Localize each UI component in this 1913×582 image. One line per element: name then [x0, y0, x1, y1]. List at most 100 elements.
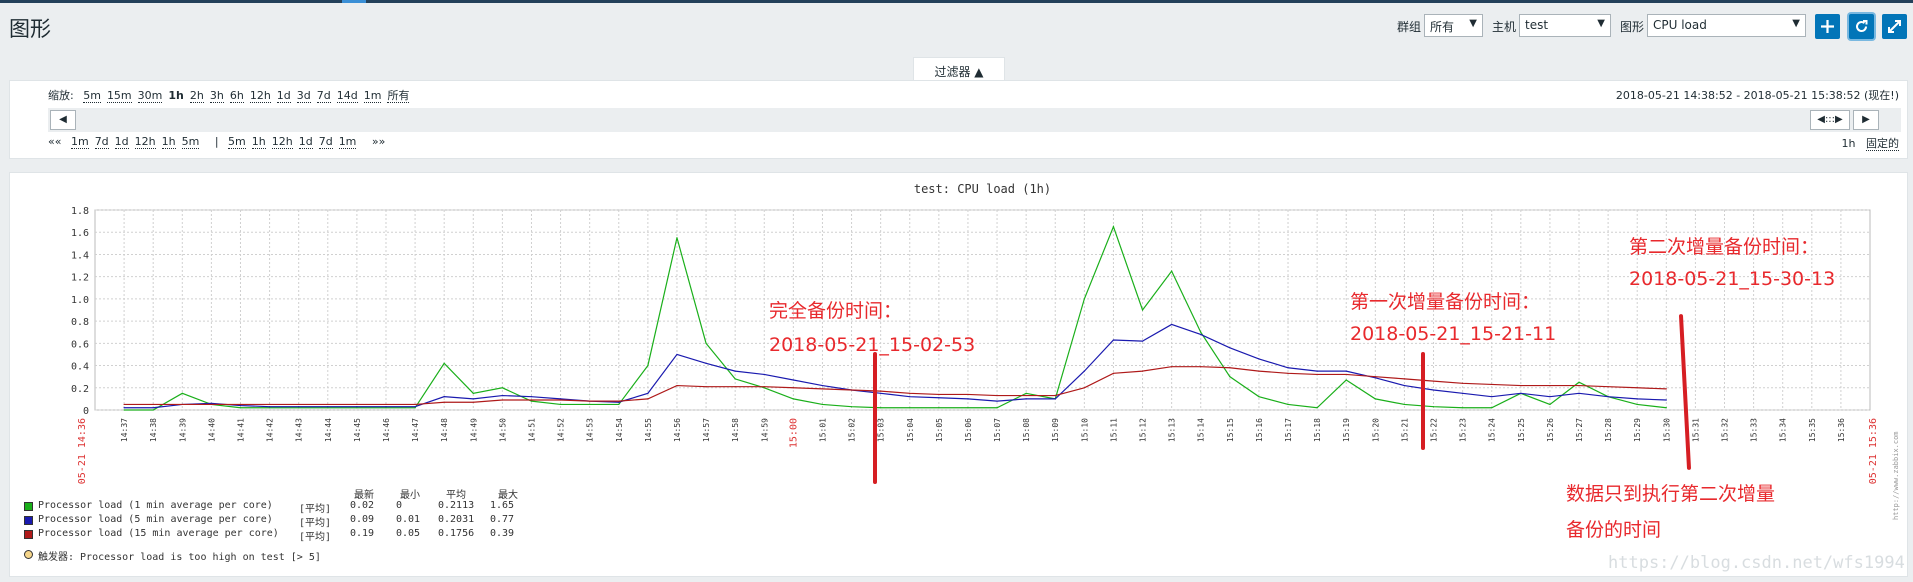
nav-back-option-4[interactable]: 1h	[161, 135, 176, 149]
nav-fwd-options: 5m 1h 12h 1d 7d 1m	[228, 135, 362, 149]
nav-back-option-2[interactable]: 1d	[114, 135, 129, 149]
data-point	[1374, 376, 1376, 378]
x-tick-label: 14:41	[236, 418, 245, 442]
x-tick-label: 15:17	[1284, 418, 1293, 442]
data-point	[559, 398, 562, 400]
period-value: 1h	[1841, 137, 1856, 150]
x-tick-label: 14:38	[149, 418, 158, 442]
data-point	[705, 342, 707, 344]
x-tick-label: 15:27	[1575, 418, 1584, 442]
zoom-option-0[interactable]: 5m	[83, 89, 101, 103]
scroll-handle[interactable]: ◀:::▶	[1810, 110, 1850, 130]
data-point	[1549, 403, 1551, 406]
zoom-option-4[interactable]: 2h	[189, 89, 204, 103]
data-point	[530, 396, 533, 398]
data-point	[676, 353, 678, 356]
x-tick-label: 15:29	[1633, 418, 1642, 442]
legend-swatch	[24, 516, 33, 525]
data-point	[356, 407, 358, 409]
nav-fwd-option-0[interactable]: 5m	[228, 135, 246, 149]
nav-back-option-3[interactable]: 12h	[134, 135, 156, 149]
data-point	[152, 407, 154, 409]
graph-label: 图形	[1620, 20, 1645, 34]
nav-back-option-5[interactable]: 5m	[181, 135, 200, 149]
graph-select[interactable]: CPU load ▼	[1647, 14, 1806, 37]
data-point	[1200, 333, 1202, 336]
nav-fwd-option-2[interactable]: 12h	[271, 135, 293, 149]
host-label: 主机	[1492, 20, 1517, 34]
x-tick-label: 14:45	[353, 418, 362, 442]
zoom-option-5[interactable]: 3h	[209, 89, 224, 103]
scroll-right-button[interactable]: ▶	[1853, 110, 1879, 130]
zoom-option-13[interactable]: 所有	[387, 89, 410, 103]
fixed-toggle[interactable]: 固定的	[1866, 137, 1899, 151]
data-point	[530, 400, 533, 402]
legend-header-min: 最小	[400, 490, 420, 501]
x-tick-label: 14:44	[324, 418, 333, 442]
nav-back-option-1[interactable]: 7d	[94, 135, 109, 149]
x-tick-label: 15:24	[1488, 418, 1497, 442]
data-point	[880, 407, 882, 409]
data-point	[1200, 331, 1202, 333]
data-point	[1665, 388, 1667, 390]
inc1-backup-time: 2018-05-21_15-21-11	[1350, 323, 1557, 345]
refresh-button[interactable]	[1849, 14, 1874, 39]
data-point	[1258, 370, 1260, 372]
data-point	[1374, 398, 1376, 400]
legend-avg: 0.2113	[438, 500, 475, 511]
data-point	[385, 407, 387, 409]
zoom-option-1[interactable]: 15m	[106, 89, 132, 103]
scroll-left-button[interactable]: ◀	[50, 110, 76, 130]
data-point	[1462, 392, 1464, 394]
time-scrollbar[interactable]: ◀ ◀:::▶ ▶	[48, 108, 1901, 132]
group-select[interactable]: 所有 ▼	[1424, 14, 1483, 37]
zoom-option-10[interactable]: 7d	[316, 89, 331, 103]
zoom-option-3[interactable]: 1h	[168, 89, 184, 102]
add-to-favorites-button[interactable]	[1815, 14, 1840, 39]
data-point	[734, 386, 736, 388]
fullscreen-button[interactable]	[1882, 14, 1907, 39]
nav-separator: |	[214, 135, 219, 148]
inc2-backup-title: 第二次增量备份时间：	[1629, 236, 1820, 258]
filter-tab[interactable]: 过滤器 ▲	[913, 57, 1005, 81]
data-point	[414, 406, 416, 408]
zoom-option-7[interactable]: 12h	[249, 89, 271, 103]
data-point	[1054, 394, 1056, 397]
x-tick-label: 15:35	[1808, 418, 1817, 442]
nav-fwd-option-5[interactable]: 1m	[338, 135, 357, 149]
data-point	[1520, 384, 1522, 387]
data-point	[676, 384, 678, 387]
x-tick-label: 14:54	[615, 418, 624, 442]
refresh-icon	[1856, 20, 1868, 33]
zoom-option-8[interactable]: 1d	[276, 89, 291, 103]
zoom-option-6[interactable]: 6h	[229, 89, 244, 103]
data-point	[385, 403, 387, 406]
nav-back-option-0[interactable]: 1m	[70, 135, 89, 149]
zoom-option-11[interactable]: 14d	[336, 89, 358, 103]
nav-fwd-option-1[interactable]: 1h	[251, 135, 266, 149]
legend-avg: 0.2031	[438, 514, 475, 525]
data-point	[123, 403, 125, 406]
zoom-option-12[interactable]: 1m	[363, 89, 382, 103]
x-tick-label: 14:57	[702, 418, 711, 442]
data-point	[938, 393, 940, 396]
host-select[interactable]: test ▼	[1519, 14, 1611, 37]
data-point	[1141, 340, 1144, 342]
x-tick-label: 14:58	[731, 418, 740, 442]
full-backup-title: 完全备份时间：	[769, 300, 903, 322]
y-tick-label: 1.8	[71, 206, 89, 217]
data-point	[1345, 373, 1347, 376]
x-tick-label: 15:23	[1459, 418, 1468, 442]
nav-fwd-option-3[interactable]: 1d	[298, 135, 313, 149]
data-point	[1345, 370, 1347, 372]
data-point	[1316, 407, 1318, 409]
data-point	[1432, 389, 1435, 391]
zoom-option-2[interactable]: 30m	[137, 89, 163, 103]
x-start-label: 05-21 14:36	[77, 418, 88, 484]
zoom-option-9[interactable]: 3d	[296, 89, 311, 103]
nav-fwd-option-4[interactable]: 7d	[318, 135, 333, 149]
full-backup-marker	[873, 352, 877, 484]
data-point	[618, 400, 620, 402]
x-tick-label: 15:03	[877, 418, 886, 442]
x-tick-label: 15:34	[1779, 418, 1788, 442]
